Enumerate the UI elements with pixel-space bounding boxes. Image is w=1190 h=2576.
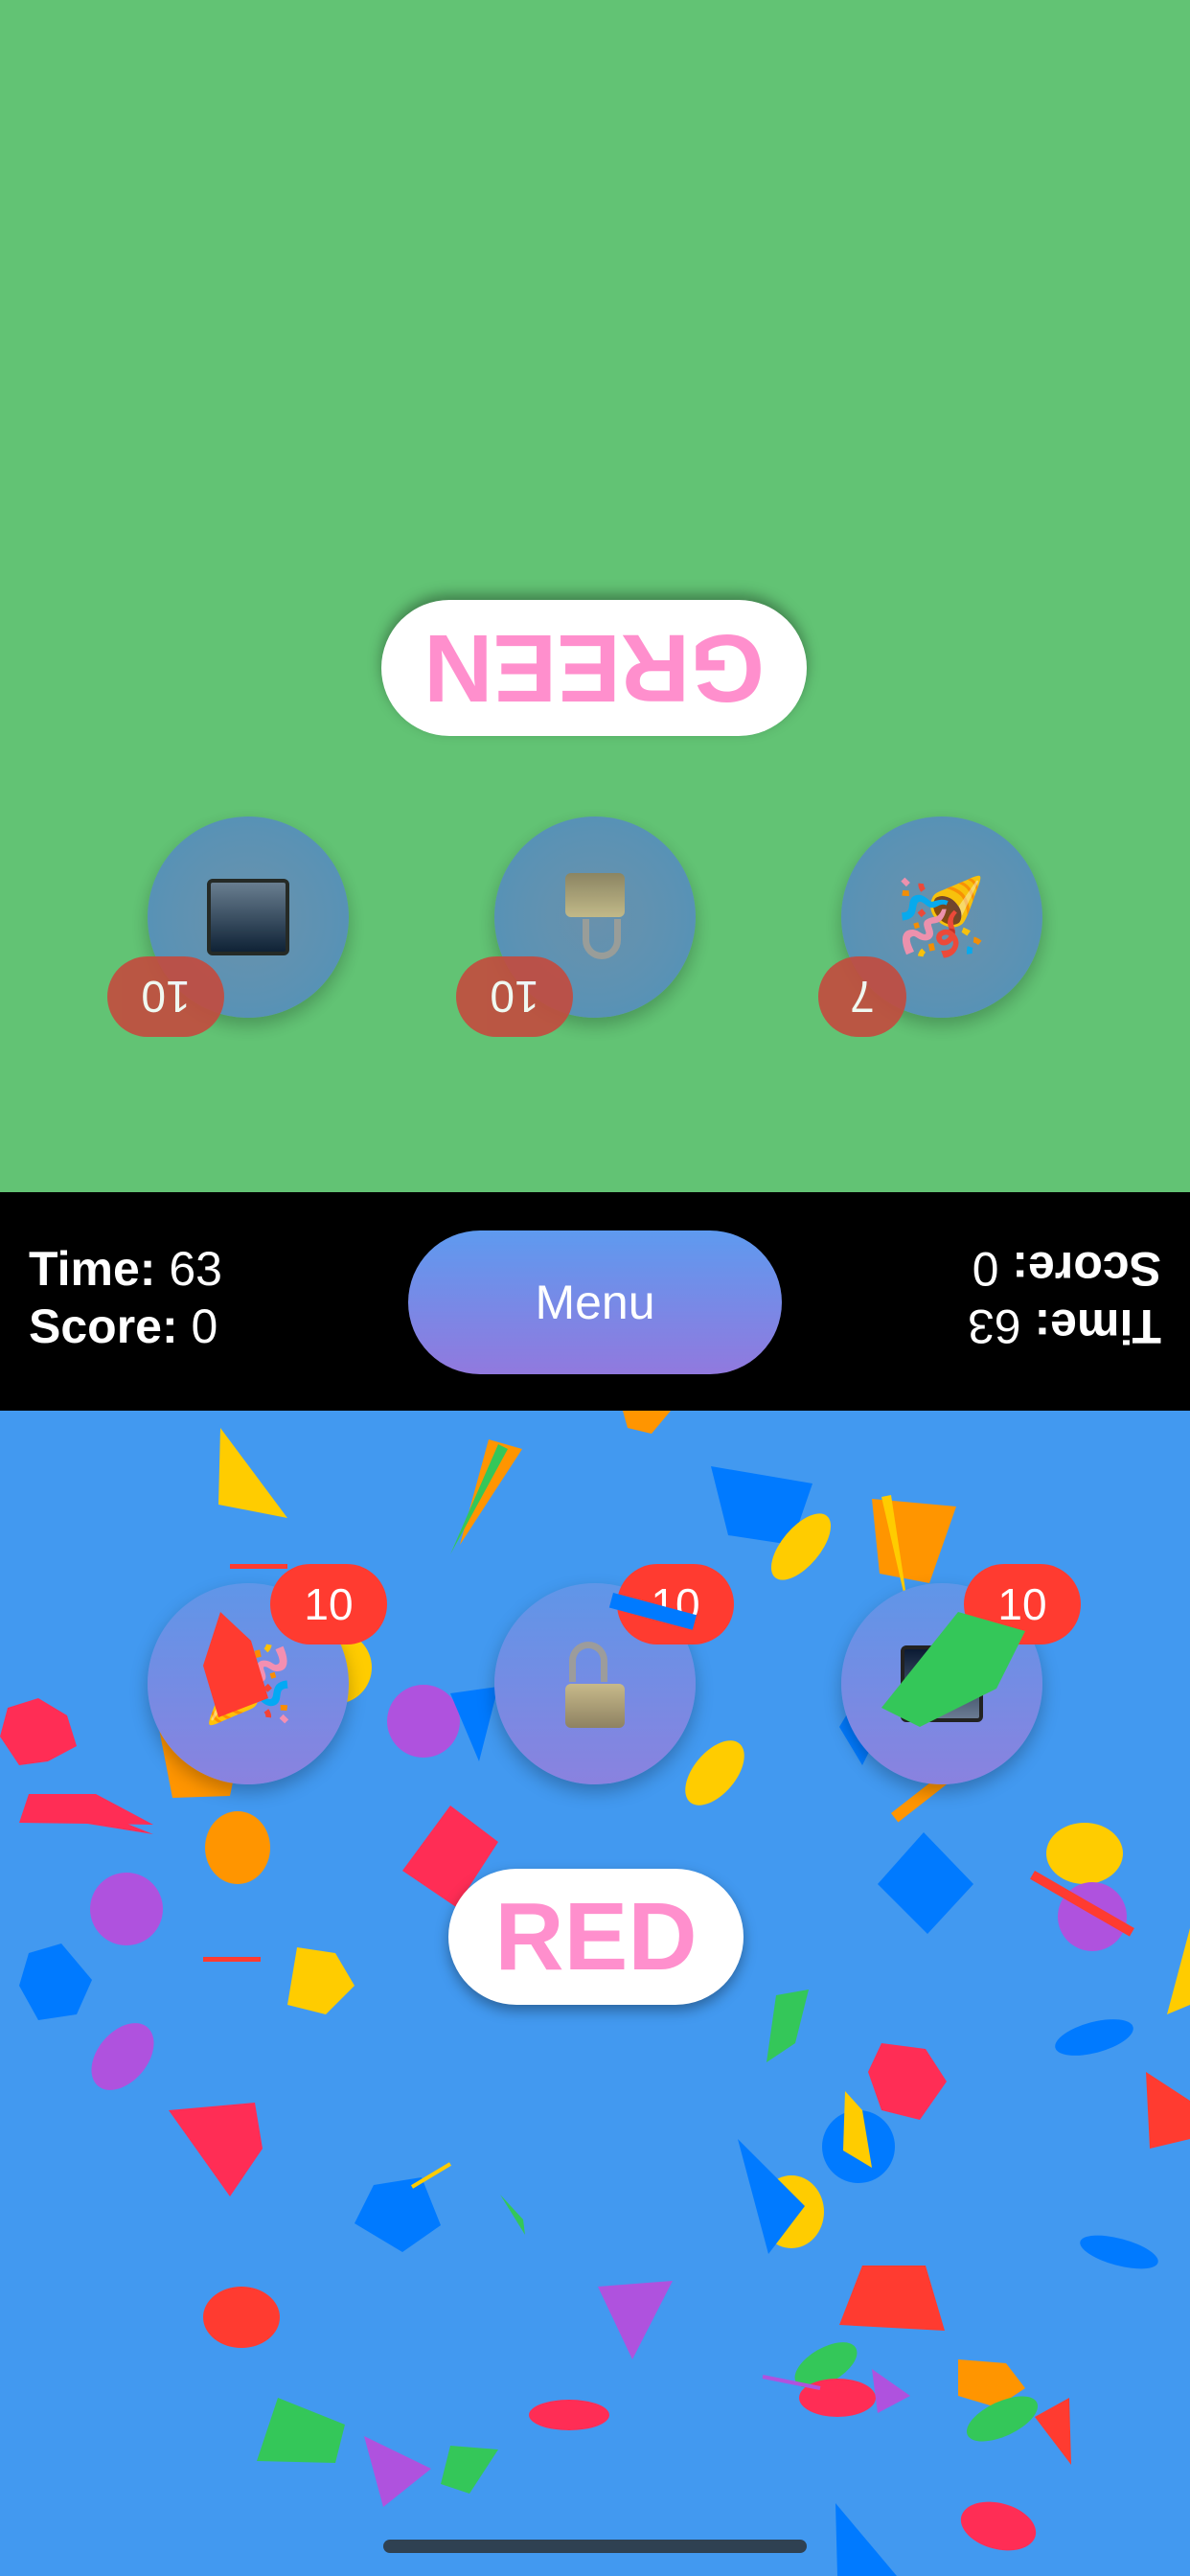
bottom-player-stats: Time: 63 Score: 0: [29, 1240, 222, 1355]
score-value: 0: [191, 1300, 218, 1353]
confetti-piece: [257, 2398, 345, 2463]
bottom-powerup-lock-badge: 10: [617, 1564, 734, 1644]
bottom-color-word[interactable]: RED: [448, 1869, 744, 2005]
confetti-piece: [441, 2446, 498, 2494]
confetti-piece: [19, 1794, 153, 1825]
party-popper-icon: 🎉: [201, 1642, 295, 1726]
confetti-piece: [450, 1444, 508, 1554]
top-time-label: Time:: [1034, 1300, 1161, 1353]
time-label: Time:: [29, 1242, 156, 1296]
confetti-piece: [872, 1499, 956, 1583]
confetti-piece: [410, 2162, 452, 2189]
bottom-powerup-screen-badge: 10: [964, 1564, 1081, 1644]
confetti-piece: [872, 2369, 910, 2413]
top-powerup-lock-badge: 10: [456, 956, 573, 1037]
screen-blank-icon: [207, 879, 289, 955]
confetti-piece: [0, 1698, 77, 1765]
confetti-piece: [355, 2177, 441, 2252]
confetti-piece: [529, 2400, 609, 2430]
confetti-piece: [598, 2281, 673, 2359]
confetti-piece: [878, 1832, 973, 1934]
confetti-piece: [205, 1811, 270, 1884]
confetti-piece: [90, 1873, 163, 1945]
confetti-piece: [203, 1957, 261, 1962]
party-popper-icon: 🎉: [895, 875, 989, 959]
confetti-piece: [169, 2103, 263, 2196]
top-score-label: Score:: [1012, 1242, 1161, 1296]
home-indicator[interactable]: [383, 2540, 807, 2553]
bottom-player-area: 🎉 10 10 10 RED: [0, 1411, 1190, 2576]
confetti-piece: [839, 2266, 945, 2331]
padlock-icon: [565, 1640, 625, 1728]
confetti-piece: [767, 1990, 809, 2062]
confetti-piece: [500, 2195, 525, 2235]
confetti-piece: [460, 1439, 522, 1545]
padlock-icon: [565, 873, 625, 961]
bottom-powerup-popper-badge: 10: [270, 1564, 387, 1644]
top-player-area: GREEN 10 10 🎉 7: [0, 0, 1190, 1192]
confetti-piece: [364, 2436, 431, 2507]
screen-blank-icon: [901, 1645, 983, 1722]
confetti-piece: [623, 1411, 671, 1434]
score-label: Score:: [29, 1300, 178, 1353]
confetti-piece: [230, 1564, 287, 1569]
top-player-stats: Time: 63 Score: 0: [968, 1240, 1161, 1355]
confetti-piece: [387, 1685, 460, 1758]
time-value: 63: [169, 1242, 222, 1296]
confetti-piece: [1080, 2235, 1158, 2269]
top-score-value: 0: [972, 1242, 999, 1296]
top-powerup-popper-badge: 7: [818, 956, 906, 1037]
confetti-piece: [1055, 2019, 1133, 2056]
bottom-color-word-text: RED: [494, 1882, 698, 1990]
confetti-piece: [1035, 2398, 1071, 2465]
top-powerup-screen-badge: 10: [107, 956, 224, 1037]
confetti-piece: [287, 1947, 355, 2014]
confetti-piece: [960, 2501, 1037, 2551]
confetti-piece: [19, 1944, 92, 2020]
menu-button[interactable]: Menu: [408, 1230, 782, 1374]
confetti-piece: [1046, 1823, 1123, 1884]
confetti-piece: [868, 2043, 947, 2120]
confetti-piece: [835, 2503, 897, 2576]
confetti-piece: [203, 2287, 280, 2348]
top-time-value: 63: [968, 1300, 1021, 1353]
confetti-piece: [91, 2023, 154, 2090]
confetti-piece: [1167, 1928, 1190, 2014]
hud-bar: Time: 63 Score: 0 Menu Time: 63 Score: 0: [0, 1192, 1190, 1411]
top-color-word[interactable]: GREEN: [381, 600, 807, 736]
confetti-piece: [218, 1428, 287, 1518]
confetti-piece: [1146, 2072, 1190, 2149]
confetti-piece: [685, 1740, 744, 1806]
top-color-word-text: GREEN: [423, 614, 765, 723]
